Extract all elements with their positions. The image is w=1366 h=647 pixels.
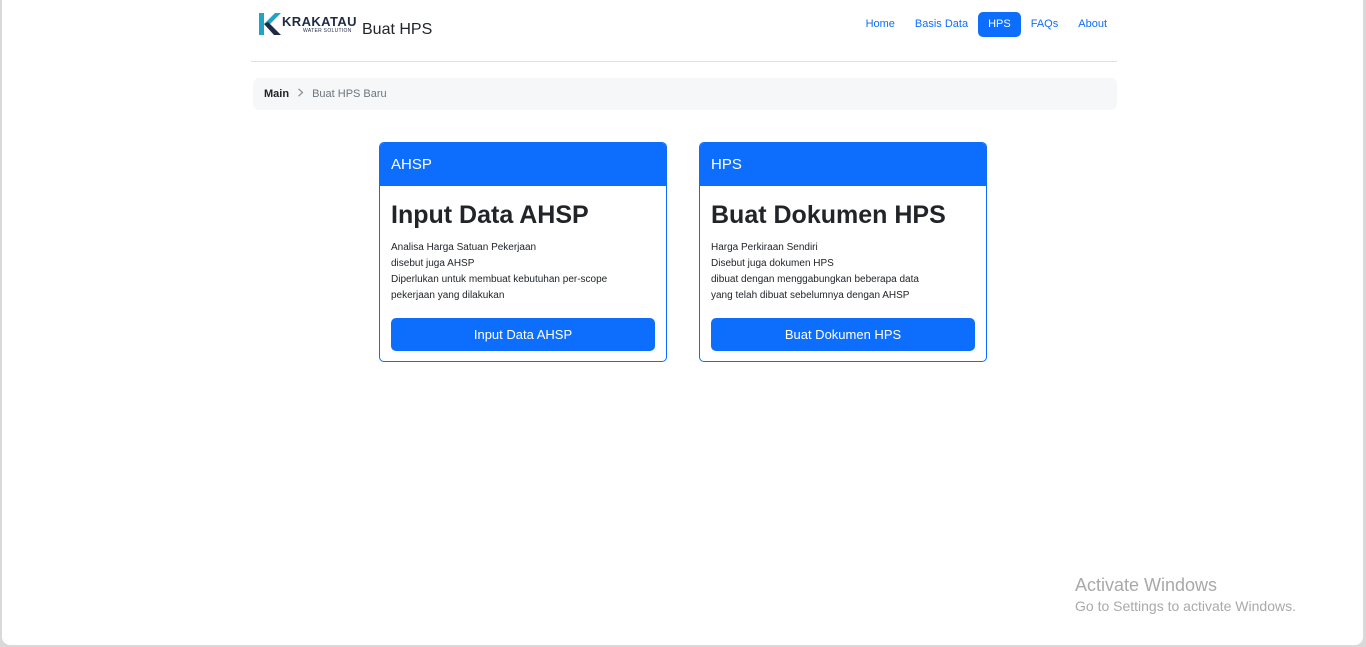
card-header: HPS: [700, 143, 986, 186]
ahsp-card: AHSP Input Data AHSP Analisa Harga Satua…: [379, 142, 667, 362]
chevron-right-icon: [297, 88, 304, 100]
krakatau-logo-icon: [259, 13, 281, 35]
hps-card: HPS Buat Dokumen HPS Harga Perkiraan Sen…: [699, 142, 987, 362]
browser-viewport: KRAKATAU WATER SOLUTION Buat HPS Home Ba…: [2, 0, 1363, 645]
card-title: Buat Dokumen HPS: [711, 201, 946, 229]
card-body: Buat Dokumen HPS Harga Perkiraan Sendiri…: [700, 186, 986, 304]
breadcrumb: Main Buat HPS Baru: [253, 78, 1117, 110]
logo-tagline: WATER SOLUTION: [303, 28, 352, 34]
main-nav: Home Basis Data HPS FAQs About: [856, 12, 1117, 37]
card-title: Input Data AHSP: [391, 201, 589, 229]
site-header: KRAKATAU WATER SOLUTION Buat HPS Home Ba…: [251, 0, 1117, 62]
card-description: Analisa Harga Satuan Pekerjaan disebut j…: [391, 240, 655, 304]
card-text-line: Diperlukan untuk membuat kebutuhan per-s…: [391, 274, 608, 285]
nav-faqs[interactable]: FAQs: [1021, 12, 1069, 37]
krakatau-logo[interactable]: KRAKATAU WATER SOLUTION: [259, 12, 357, 36]
card-text-line: dibuat dengan menggabungkan beberapa dat…: [711, 274, 919, 285]
watermark-title: Activate Windows: [1075, 575, 1218, 595]
card-text-line: pekerjaan yang dilakukan: [391, 290, 505, 301]
card-text-line: Disebut juga dokumen HPS: [711, 258, 834, 269]
nav-about[interactable]: About: [1068, 12, 1117, 37]
brand[interactable]: KRAKATAU WATER SOLUTION Buat HPS: [259, 12, 432, 39]
nav-basis-data[interactable]: Basis Data: [905, 12, 978, 37]
buat-dokumen-hps-button[interactable]: Buat Dokumen HPS: [711, 318, 975, 351]
page-title: Buat HPS: [362, 21, 433, 38]
breadcrumb-main-link[interactable]: Main: [264, 88, 289, 100]
card-header: AHSP: [380, 143, 666, 186]
logo-wordmark: KRAKATAU: [282, 14, 357, 29]
breadcrumb-current: Buat HPS Baru: [312, 88, 387, 100]
card-body: Input Data AHSP Analisa Harga Satuan Pek…: [380, 186, 666, 304]
card-text-line: Harga Perkiraan Sendiri: [711, 242, 818, 253]
page-container: KRAKATAU WATER SOLUTION Buat HPS Home Ba…: [251, 0, 1117, 110]
card-text-line: Analisa Harga Satuan Pekerjaan: [391, 242, 537, 253]
watermark-subtitle: Go to Settings to activate Windows.: [1075, 598, 1296, 614]
card-description: Harga Perkiraan Sendiri Disebut juga dok…: [711, 240, 975, 304]
nav-home[interactable]: Home: [856, 12, 905, 37]
input-data-ahsp-button[interactable]: Input Data AHSP: [391, 318, 655, 351]
windows-activation-watermark: Activate Windows Go to Settings to activ…: [1075, 574, 1296, 615]
nav-hps[interactable]: HPS: [978, 12, 1021, 37]
card-text-line: yang telah dibuat sebelumnya dengan AHSP: [711, 290, 910, 301]
card-text-line: disebut juga AHSP: [391, 258, 475, 269]
